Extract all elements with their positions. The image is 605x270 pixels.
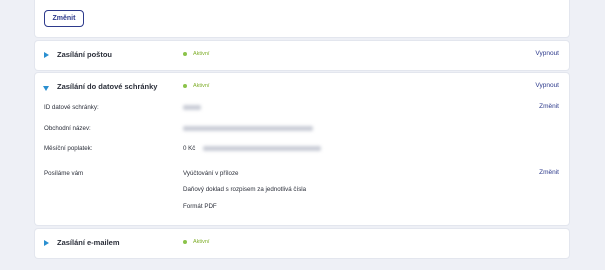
caret-down-icon[interactable] <box>43 86 49 91</box>
redacted-value <box>183 104 201 110</box>
change-sending-link[interactable]: Změnit <box>539 169 559 176</box>
monthly-fee-amount: 0 Kč <box>183 145 196 152</box>
section-post-header[interactable]: Zasílání poštou Aktivní Vypnout <box>35 41 569 70</box>
section-title[interactable]: Zasílání do datové schránky <box>57 82 157 91</box>
change-data-box-id-link[interactable]: Změnit <box>539 103 559 110</box>
monthly-fee-value: 0 Kč <box>183 145 322 152</box>
section-email: Zasílání e-mailem Aktivní <box>35 229 569 258</box>
sending-label: Posíláme vám <box>44 170 84 177</box>
section-email-header[interactable]: Zasílání e-mailem Aktivní <box>35 229 569 258</box>
section-data-box: Zasílání do datové schránky Aktivní Vypn… <box>35 73 569 225</box>
status-dot-icon <box>183 240 187 244</box>
section-title[interactable]: Zasílání poštou <box>57 50 112 59</box>
status-badge: Aktivní <box>183 239 210 245</box>
data-box-id-label: ID datové schránky: <box>44 104 99 111</box>
section-data-box-header[interactable]: Zasílání do datové schránky Aktivní Vypn… <box>35 73 569 102</box>
caret-right-icon[interactable] <box>44 240 49 246</box>
monthly-fee-label: Měsíční poplatek: <box>44 145 93 152</box>
data-box-id-value <box>183 104 201 111</box>
section-title[interactable]: Zasílání e-mailem <box>57 238 120 247</box>
redacted-value <box>183 125 313 131</box>
section-post: Zasílání poštou Aktivní Vypnout <box>35 41 569 70</box>
status-label: Aktivní <box>193 83 210 89</box>
redacted-value <box>203 145 322 151</box>
top-card: Změnit <box>35 0 569 37</box>
disable-data-box-link[interactable]: Vypnout <box>535 82 559 89</box>
status-badge: Aktivní <box>183 83 210 89</box>
sending-item: Vyúčtování v příloze <box>183 170 239 177</box>
status-label: Aktivní <box>193 51 210 57</box>
disable-post-link[interactable]: Vypnout <box>535 50 559 57</box>
trade-name-value <box>183 125 313 132</box>
sending-item: Formát PDF <box>183 203 217 210</box>
caret-right-icon[interactable] <box>44 52 49 58</box>
status-dot-icon <box>183 52 187 56</box>
change-button[interactable]: Změnit <box>44 10 84 27</box>
trade-name-label: Obchodní název: <box>44 125 91 132</box>
status-label: Aktivní <box>193 239 210 245</box>
sending-item: Daňový doklad s rozpisem za jednotlivá č… <box>183 186 307 193</box>
status-dot-icon <box>183 84 187 88</box>
status-badge: Aktivní <box>183 51 210 57</box>
